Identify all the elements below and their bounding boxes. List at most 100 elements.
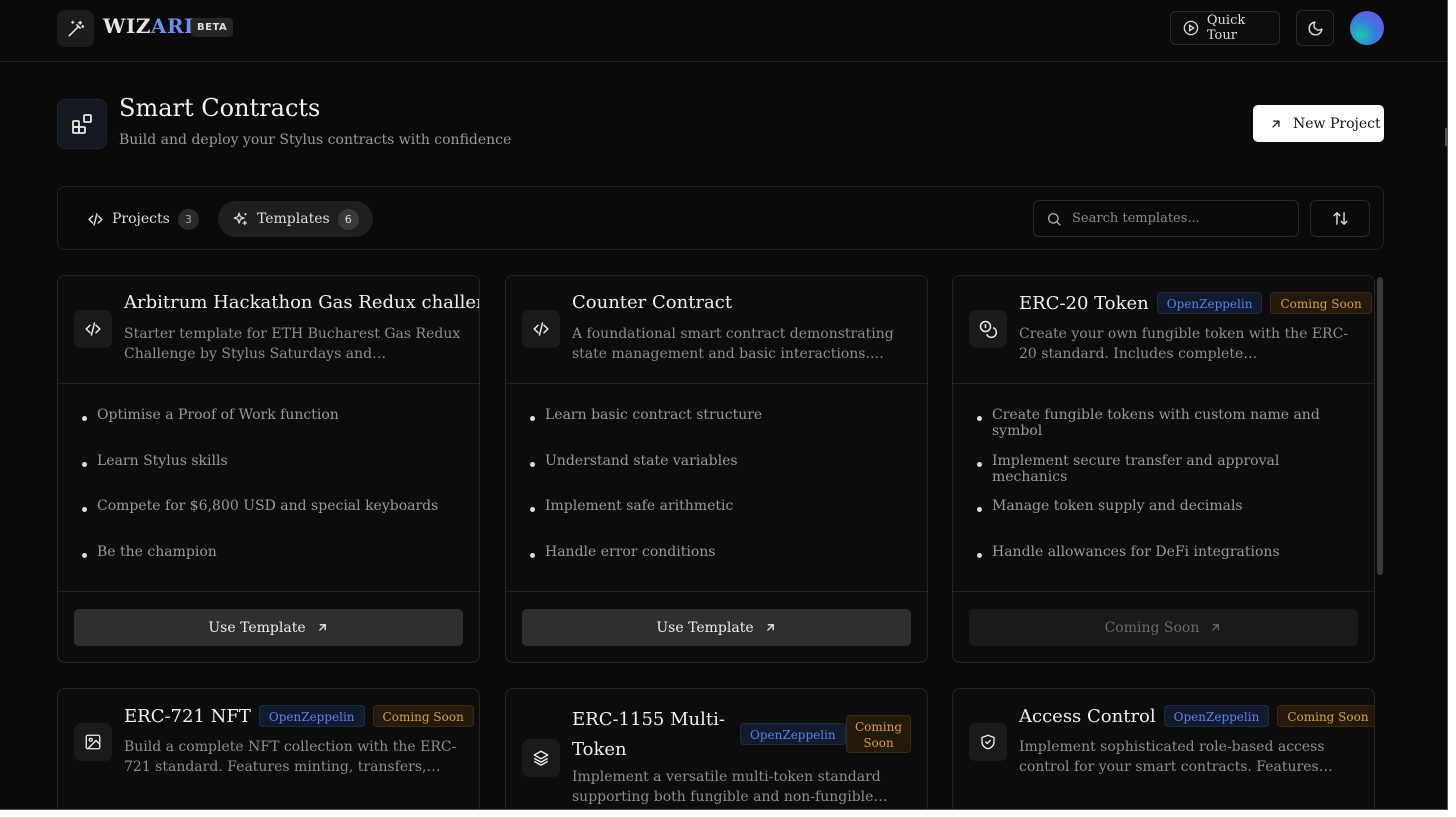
feature-text: Compete for $6,800 USD and special keybo… — [97, 498, 439, 514]
card-header: Counter Contract A foundational smart co… — [506, 276, 927, 384]
card-header: Arbitrum Hackathon Gas Redux challenge S… — [58, 276, 479, 384]
tab-templates-label: Templates — [257, 211, 330, 227]
feature-text: Optimise a Proof of Work function — [97, 407, 339, 423]
coming-soon-button[interactable]: Coming Soon — [969, 609, 1358, 646]
sort-button[interactable] — [1310, 200, 1370, 237]
feature-text: Create fungible tokens with custom name … — [992, 407, 1320, 439]
openzeppelin-badge: OpenZeppelin — [258, 705, 365, 727]
template-card: ERC-721 NFT OpenZeppelin Coming Soon Bui… — [57, 688, 480, 809]
list-item: Handle allowances for DeFi integrations — [977, 544, 1356, 590]
code-icon — [88, 212, 103, 226]
brand-name[interactable]: WIZARD — [103, 14, 202, 38]
list-item: Understand state variables — [530, 453, 909, 499]
list-item: Create fungible tokens with custom name … — [977, 407, 1356, 453]
sparkles-icon — [233, 211, 247, 225]
list-item: Be the champion — [82, 544, 461, 590]
card-title: Counter Contract — [572, 292, 733, 313]
search-box[interactable] — [1033, 200, 1299, 237]
list-item: Handle error conditions — [530, 544, 909, 590]
coming-soon-badge: Coming Soon — [846, 715, 912, 753]
feature-text: Be the champion — [97, 543, 217, 560]
quick-tour-button[interactable]: Quick Tour — [1170, 11, 1280, 45]
coins-icon — [969, 310, 1007, 348]
card-title: Access Control — [1019, 705, 1156, 727]
layers-icon — [522, 739, 560, 777]
theme-toggle-button[interactable] — [1296, 10, 1334, 46]
tab-projects-label: Projects — [112, 211, 170, 227]
coming-soon-badge: Coming Soon — [1277, 705, 1374, 727]
arrow-up-right-icon — [318, 624, 326, 631]
arrow-up-right-icon — [1272, 119, 1280, 128]
shield-check-icon — [969, 723, 1007, 761]
page-title: Smart Contracts — [119, 94, 321, 122]
wand-icon[interactable] — [57, 10, 94, 47]
list-item: Learn basic contract structure — [530, 407, 909, 453]
arrow-up-right-icon — [766, 624, 774, 631]
card-description: A foundational smart contract demonstrat… — [572, 326, 894, 362]
feature-text: Understand state variables — [545, 452, 738, 469]
feature-text: Learn Stylus skills — [97, 452, 228, 469]
card-description: Implement sophisticated role-based acces… — [1019, 739, 1325, 775]
card-header: ERC-1155 Multi- Token OpenZeppelin Comin… — [506, 689, 927, 805]
badge-line: Soon — [863, 736, 894, 750]
card-title-line: Token — [572, 739, 627, 760]
use-template-label: Use Template — [656, 619, 754, 636]
feature-text: Handle error conditions — [545, 543, 716, 560]
feature-list: Create fungible tokens with custom name … — [977, 407, 1356, 589]
code-icon — [522, 310, 560, 348]
scrollbar-thumb[interactable] — [1377, 277, 1383, 575]
card-description: Build a complete NFT collection with the… — [124, 739, 457, 775]
feature-text: Implement secure transfer and approval m… — [992, 452, 1280, 485]
tab-templates-count: 6 — [337, 208, 359, 230]
list-item: Learn Stylus skills — [82, 453, 461, 499]
card-title: ERC-20 Token — [1019, 292, 1149, 314]
card-title: ERC-1155 Multi- Token — [572, 705, 732, 765]
card-footer: Use Template — [506, 591, 927, 662]
card-description: Implement a versatile multi-token standa… — [572, 769, 881, 805]
card-footer: Coming Soon — [953, 591, 1374, 662]
card-footer: Use Template — [58, 591, 479, 662]
card-description: Starter template for ETH Bucharest Gas R… — [124, 326, 461, 362]
code-icon — [74, 310, 112, 348]
template-card: Access Control OpenZeppelin Coming Soon … — [952, 688, 1375, 809]
feature-list: Optimise a Proof of Work function Learn … — [82, 407, 461, 589]
moon-icon — [1308, 20, 1323, 35]
image-icon — [74, 723, 112, 761]
tab-projects[interactable]: Projects 3 — [73, 201, 211, 237]
coming-soon-label: Coming Soon — [1104, 619, 1200, 636]
blocks-icon — [57, 99, 107, 149]
template-card: ERC-1155 Multi- Token OpenZeppelin Comin… — [505, 688, 928, 809]
openzeppelin-badge: OpenZeppelin — [1156, 292, 1263, 314]
new-project-button[interactable]: New Project — [1253, 105, 1384, 142]
app-window: WIZARD BETA Quick Tour Smart Contracts B… — [0, 0, 1448, 810]
openzeppelin-badge: OpenZeppelin — [1163, 705, 1270, 727]
brand-name-part1: WIZ — [103, 14, 151, 38]
card-description: Create your own fungible token with the … — [1019, 326, 1349, 362]
template-card: Counter Contract A foundational smart co… — [505, 275, 928, 663]
top-bar: WIZARD BETA Quick Tour — [0, 0, 1447, 62]
scrollbar[interactable] — [1376, 275, 1384, 775]
user-avatar[interactable] — [1350, 11, 1384, 45]
search-input[interactable] — [1072, 211, 1282, 226]
coming-soon-badge: Coming Soon — [372, 705, 474, 727]
use-template-button[interactable]: Use Template — [522, 609, 911, 646]
template-card: ERC-20 Token OpenZeppelin Coming Soon Cr… — [952, 275, 1375, 663]
card-header: ERC-20 Token OpenZeppelin Coming Soon Cr… — [953, 276, 1374, 384]
page-subtitle: Build and deploy your Stylus contracts w… — [119, 132, 512, 148]
card-title: Arbitrum Hackathon Gas Redux challenge — [124, 292, 480, 313]
feature-text: Manage token supply and decimals — [992, 498, 1243, 514]
tab-templates[interactable]: Templates 6 — [218, 201, 373, 237]
list-item: Optimise a Proof of Work function — [82, 407, 461, 453]
feature-text: Implement safe arithmetic — [545, 498, 734, 514]
openzeppelin-badge: OpenZeppelin — [740, 723, 846, 745]
tab-projects-count: 3 — [177, 208, 199, 230]
arrow-up-right-icon — [1212, 624, 1220, 631]
list-item: Implement secure transfer and approval m… — [977, 453, 1356, 499]
new-project-label: New Project — [1293, 115, 1381, 132]
use-template-button[interactable]: Use Template — [74, 609, 463, 646]
coming-soon-badge: Coming Soon — [1270, 292, 1372, 314]
card-title: ERC-721 NFT — [124, 705, 251, 727]
use-template-label: Use Template — [208, 619, 306, 636]
search-icon — [1048, 212, 1061, 226]
feature-text: Handle allowances for DeFi integrations — [992, 543, 1280, 560]
